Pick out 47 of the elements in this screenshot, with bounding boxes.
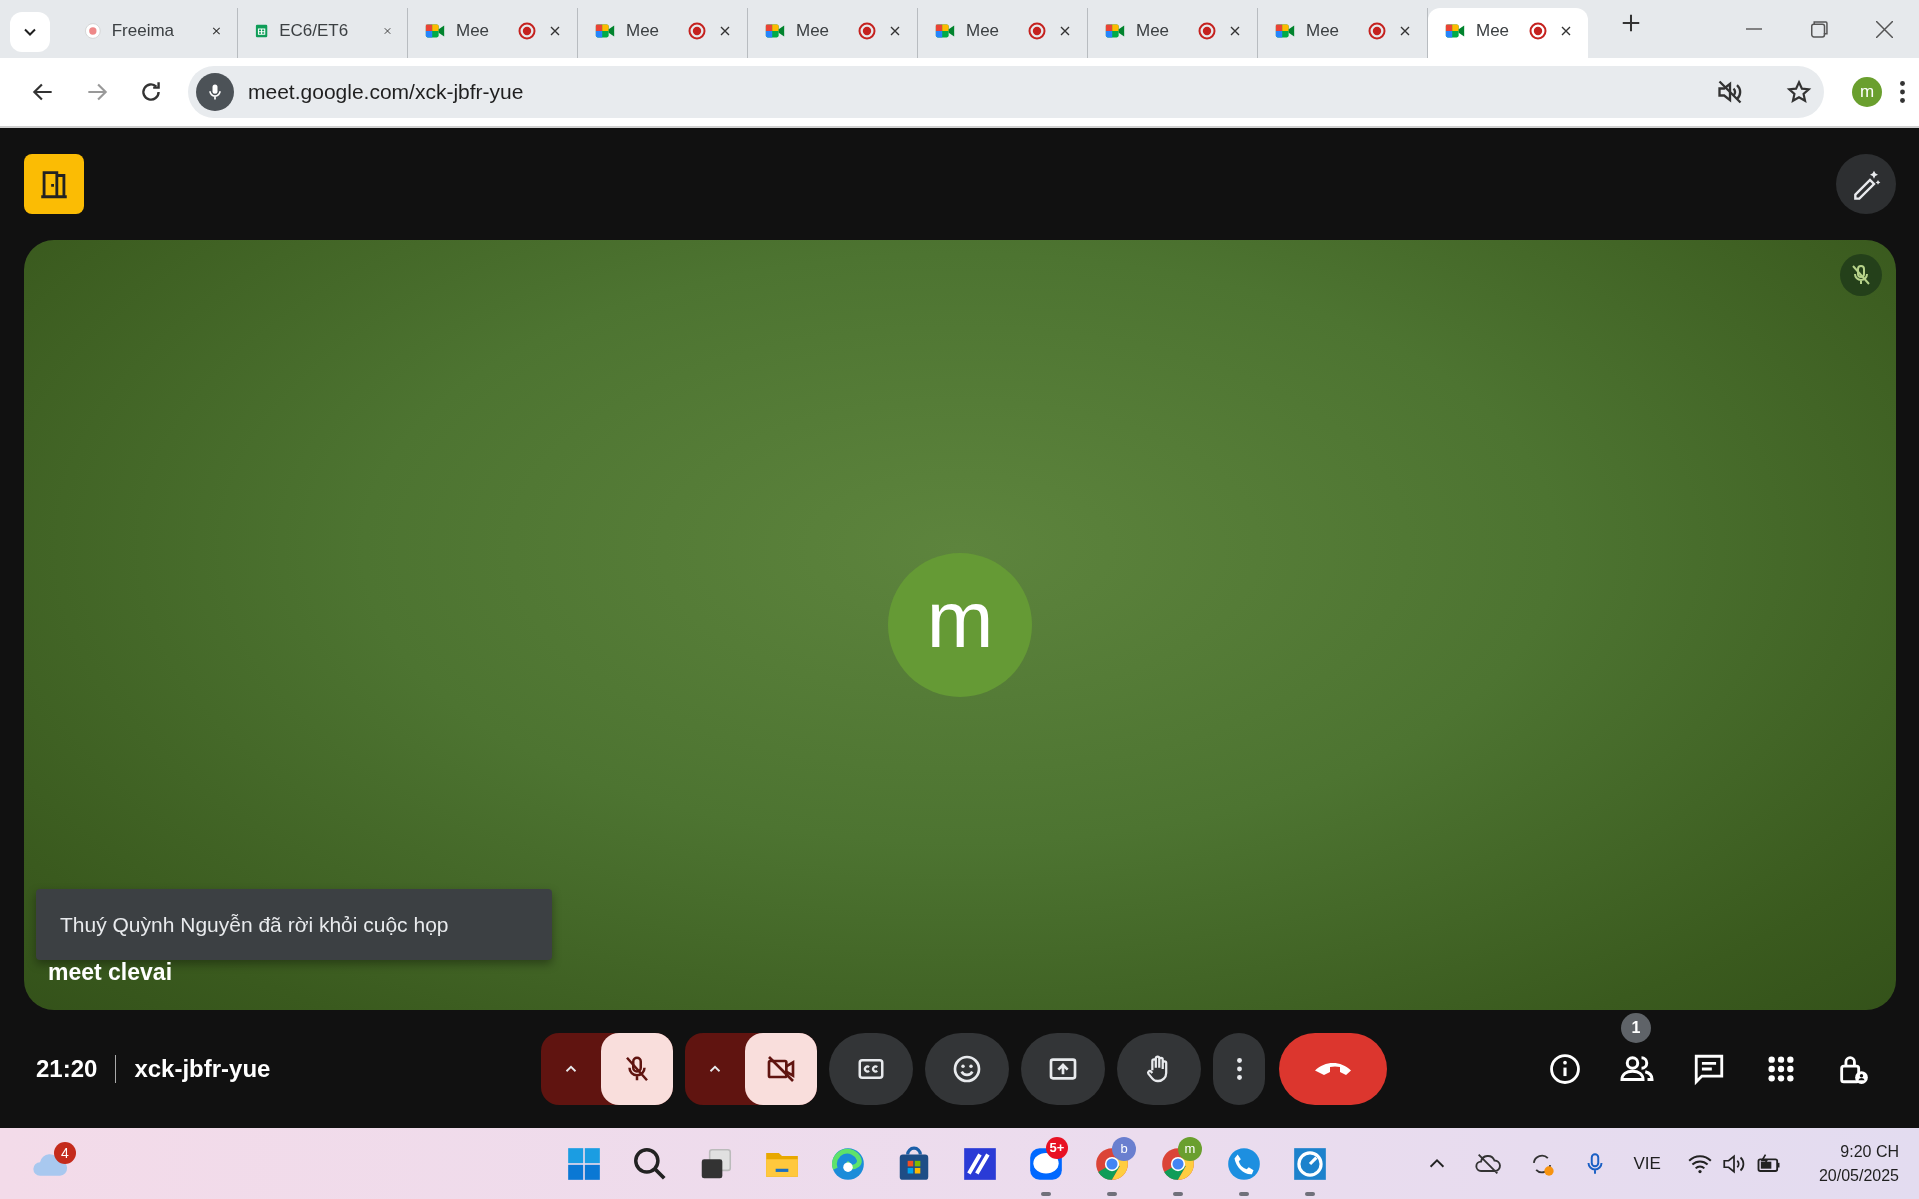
muted-tab-icon <box>1716 78 1744 106</box>
grid-icon <box>1765 1053 1797 1085</box>
tab-title: Freeima <box>111 21 175 41</box>
camera-toggle[interactable] <box>745 1033 817 1105</box>
plus-icon <box>1620 12 1642 34</box>
info-icon <box>1548 1052 1582 1086</box>
chat-icon <box>1692 1052 1726 1086</box>
meeting-clock: 21:20 <box>36 1055 98 1083</box>
minimize-icon[interactable] <box>1745 28 1763 30</box>
tab-search-button[interactable] <box>10 12 50 52</box>
hang-up-icon <box>1315 1061 1351 1077</box>
notification-badge: 5+ <box>1046 1136 1068 1159</box>
tab-title: EC6/ET6 <box>279 21 349 41</box>
star-icon <box>1786 79 1812 105</box>
tab-title: Mee <box>1476 21 1510 41</box>
close-icon[interactable] <box>1876 20 1893 38</box>
more-icon <box>1236 1058 1242 1080</box>
taskbar-date[interactable]: 20/05/2025 <box>1818 1163 1899 1188</box>
tab-title: Mee <box>966 21 1000 41</box>
tab-title: Mee <box>1306 21 1340 41</box>
taskbar-app[interactable]: 5+ <box>1016 1130 1076 1197</box>
tab-title: Mee <box>796 21 830 41</box>
taskbar-app[interactable]: b <box>1082 1130 1142 1197</box>
muted-microphone-icon <box>1849 263 1873 287</box>
tab-title: Mee <box>456 21 490 41</box>
meeting-code: xck-jbfr-yue <box>134 1055 271 1083</box>
url-text: meet.google.com/xck-jbfr-yue <box>248 80 525 104</box>
menu-icon <box>1900 81 1905 103</box>
microphone-toggle[interactable] <box>601 1033 673 1105</box>
participant-count-badge: 1 <box>1621 1013 1651 1043</box>
restore-icon[interactable] <box>1811 20 1828 38</box>
tab-title: Mee <box>1136 21 1170 41</box>
tab-title: Mee <box>626 21 660 41</box>
weather-widget[interactable]: 4 <box>26 1139 74 1188</box>
notification-toast: Thuý Quỳnh Nguyễn đã rời khỏi cuộc họp <box>36 889 552 960</box>
profile-badge: m <box>1178 1136 1202 1161</box>
notification-badge: 4 <box>54 1141 76 1164</box>
participant-avatar: m <box>888 553 1032 697</box>
site-favicon-icon <box>84 20 102 42</box>
profile-badge: b <box>1112 1136 1136 1161</box>
taskbar-time[interactable]: 9:20 CH <box>1840 1139 1899 1164</box>
browser-tab[interactable]: Mee <box>1428 8 1588 58</box>
smiley-icon <box>951 1053 983 1085</box>
door-button[interactable] <box>24 154 84 214</box>
address-bar[interactable]: meet.google.com/xck-jbfr-yue <box>188 66 1824 118</box>
language-indicator[interactable]: VIE <box>1633 1153 1661 1174</box>
participant-name: meet clevai <box>48 959 173 986</box>
